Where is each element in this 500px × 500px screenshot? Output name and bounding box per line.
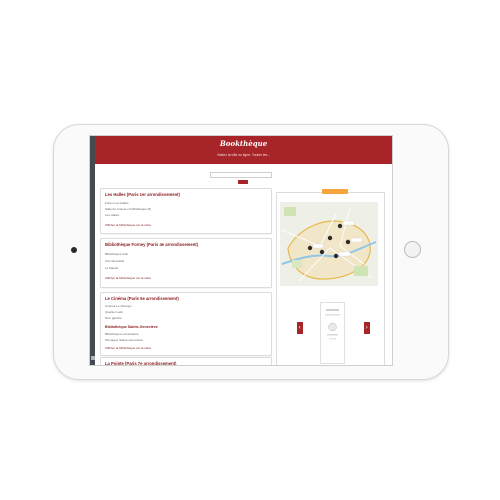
card-line: Les Halles [105, 213, 120, 217]
chevron-right-icon: › [365, 325, 368, 331]
show-on-map-link[interactable]: Afficher la bibliothèque sur la carte [105, 346, 151, 350]
card-line: Bibliothèque universitaire [105, 332, 139, 336]
card-line: Quartier Latin [105, 310, 124, 314]
city-map[interactable] [280, 202, 378, 286]
map-toggle-button[interactable] [322, 189, 348, 194]
card-subtitle: Bibliothèque Sainte-Geneviève [105, 325, 158, 329]
card-line: Le Marais [105, 266, 119, 270]
result-card: La Pointe (Paris 7e arrondissement) [100, 357, 272, 365]
home-button[interactable] [404, 241, 421, 258]
show-on-map-link[interactable]: Afficher la bibliothèque sur la carte [105, 223, 151, 227]
card-title[interactable]: La Pointe (Paris 7e arrondissement) [105, 361, 176, 365]
slide-thumbnail [321, 303, 344, 363]
card-title[interactable]: Le Cinéma (Paris 5e arrondissement) [105, 296, 179, 301]
card-title[interactable]: Bibliothèque Forney (Paris 4e arrondisse… [105, 242, 198, 247]
card-line: Salle de cinéma et bibliothèque (5) [105, 207, 152, 211]
card-line: Cinéma Le Champo [105, 304, 132, 308]
result-card: Les Halles (Paris 1er arrondissement) Fo… [100, 188, 272, 234]
previous-slide-button[interactable]: ‹ [297, 322, 303, 334]
left-rail [90, 136, 95, 365]
result-card: Le Cinéma (Paris 5e arrondissement) Ciné… [100, 292, 272, 356]
next-slide-button[interactable]: › [364, 322, 370, 334]
tablet-screen: Bookthèque Visitez la ville en ligne. To… [89, 135, 393, 366]
result-card: Bibliothèque Forney (Paris 4e arrondisse… [100, 238, 272, 288]
card-line: Arts décoratifs [105, 259, 125, 263]
site-header: Bookthèque Visitez la ville en ligne. To… [95, 136, 392, 164]
card-title[interactable]: Les Halles (Paris 1er arrondissement) [105, 192, 180, 197]
tagline: Visitez la ville en ligne. Toutes les... [216, 153, 271, 157]
search-box[interactable] [210, 172, 272, 178]
camera-lens-icon [71, 247, 77, 253]
map-graphic [280, 202, 378, 286]
search-input[interactable] [211, 173, 271, 177]
search-button[interactable] [238, 180, 248, 184]
card-line: Bibliothèque d'art [105, 252, 129, 256]
show-on-map-link[interactable]: Afficher la bibliothèque sur la carte [105, 276, 151, 280]
card-line: Montagne Sainte-Geneviève [105, 338, 144, 342]
brand-logo[interactable]: Bookthèque [95, 139, 392, 148]
menu-icon[interactable] [90, 356, 95, 360]
gallery-slide[interactable] [320, 302, 345, 364]
chevron-left-icon: ‹ [298, 325, 301, 331]
card-line: Rive gauche [105, 316, 122, 320]
card-line: Forum Les Halles [105, 201, 129, 205]
